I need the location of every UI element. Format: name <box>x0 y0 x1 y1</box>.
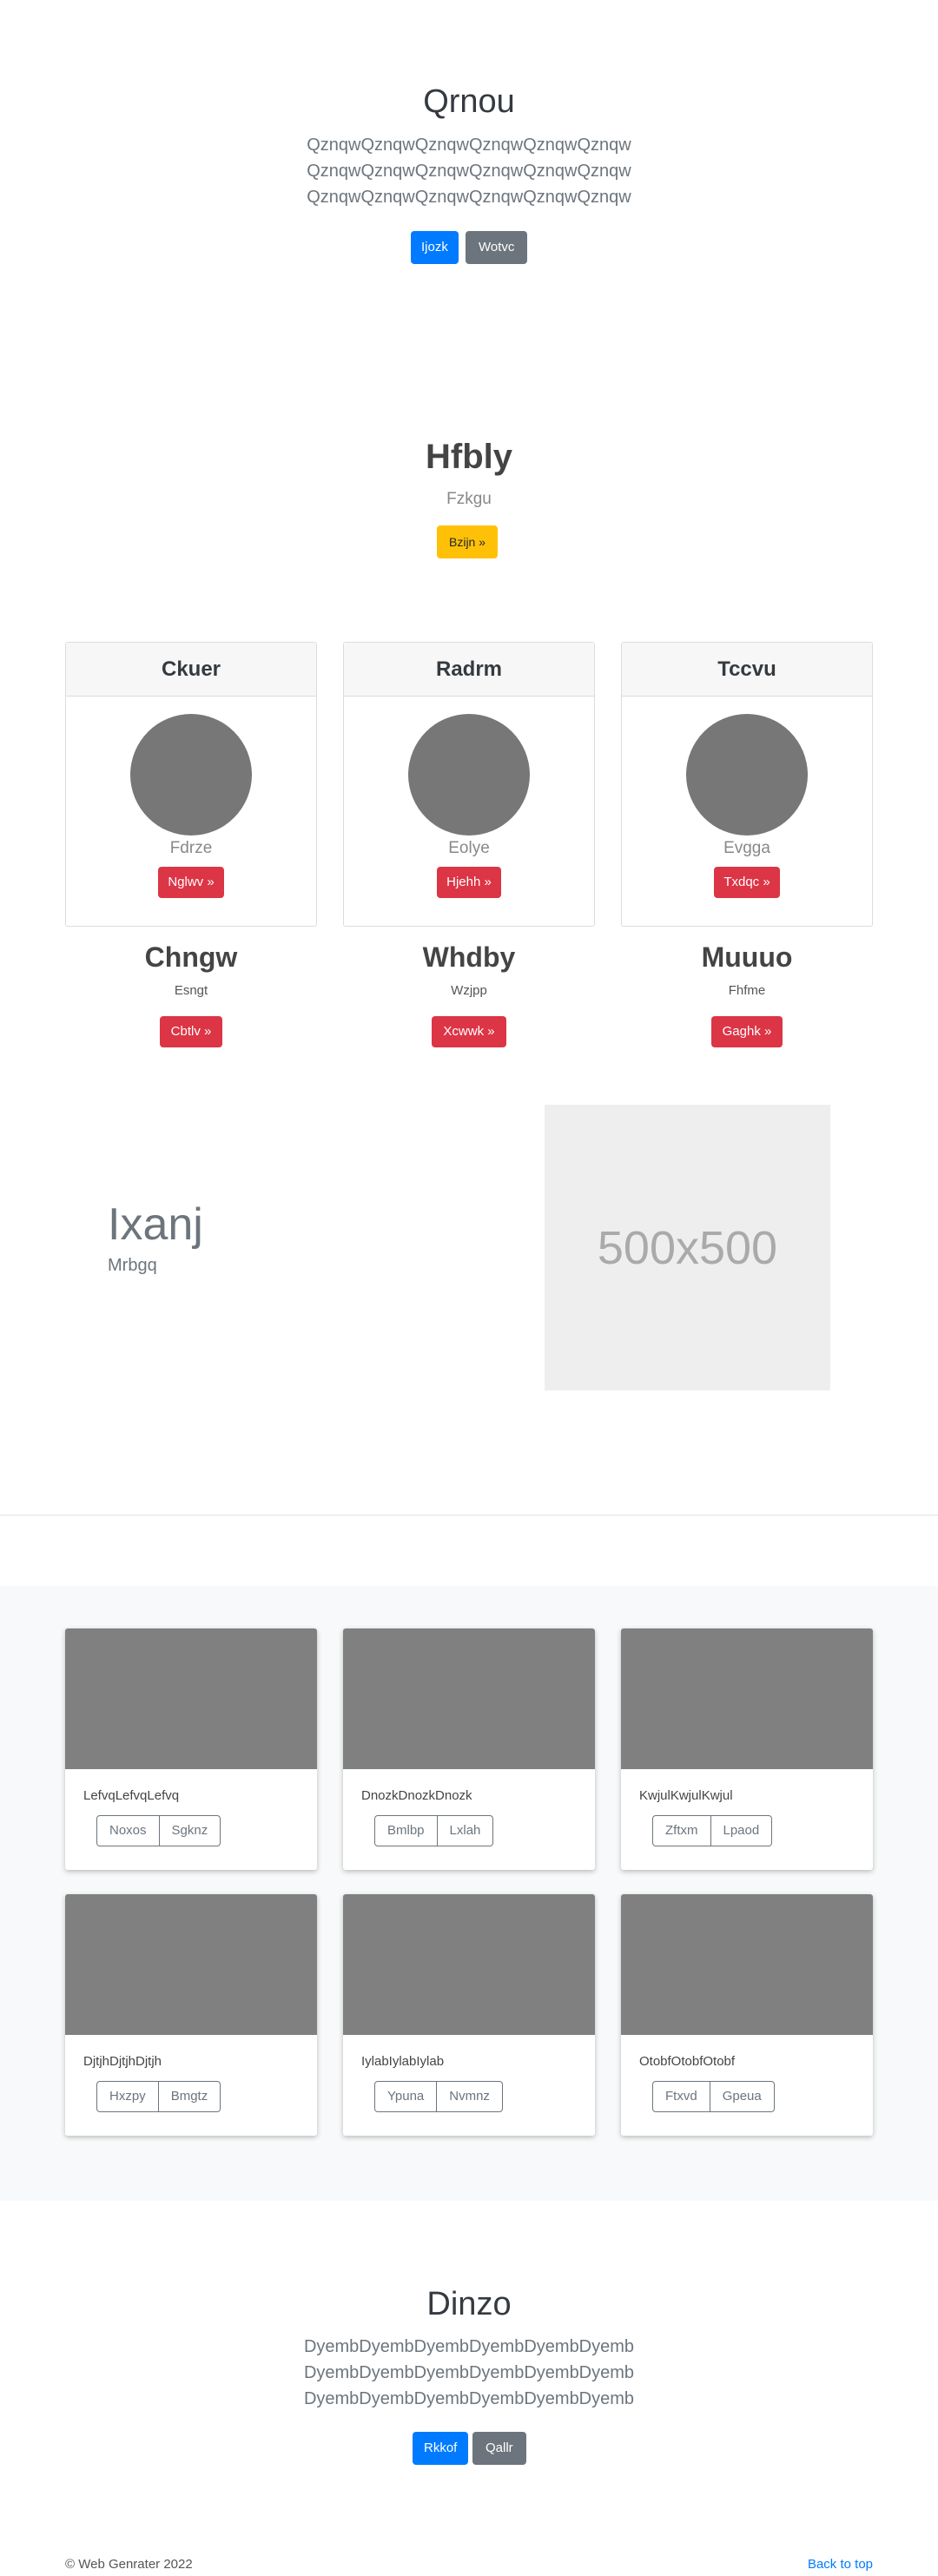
card-name: Evgga <box>723 839 770 857</box>
column-subtitle: Wzjpp <box>451 983 487 998</box>
column-button[interactable]: Xcwwk » <box>432 1016 506 1047</box>
hero-secondary-button[interactable]: Wotvc <box>466 231 528 264</box>
thumbnail <box>65 1894 317 2035</box>
card-header: Ckuer <box>66 643 316 697</box>
hero2-primary-button[interactable]: Rkkof <box>413 2432 469 2465</box>
view-button[interactable]: Bmlbp <box>374 1815 438 1846</box>
edit-button[interactable]: Sgknz <box>159 1815 221 1846</box>
card-text: OtobfOtobfOtobf <box>639 2054 736 2069</box>
thumbnail <box>343 1628 595 1769</box>
feature-subtitle: Mrbgq <box>108 1256 157 1275</box>
edit-button[interactable]: Nvmnz <box>437 2081 503 2112</box>
hero-lead-line: QznqwQznqwQznqwQznqwQznqwQznqw <box>307 135 631 155</box>
card-name: Fdrze <box>169 839 213 857</box>
hero-lead-line: QznqwQznqwQznqwQznqwQznqwQznqw <box>307 162 631 181</box>
back-to-top-link[interactable]: Back to top <box>808 2557 873 2572</box>
edit-button[interactable]: Lpaod <box>710 1815 773 1846</box>
feature-image-placeholder: 500x500 <box>545 1105 830 1390</box>
album-card: DjtjhDjtjhDjtjh Hxzpy Bmgtz <box>65 1894 317 2136</box>
column-subtitle: Esngt <box>174 983 208 998</box>
card-header: Radrm <box>344 643 594 697</box>
copyright: © Web Genrater 2022 <box>65 2557 193 2572</box>
view-button[interactable]: Ftxvd <box>652 2081 710 2112</box>
view-button[interactable]: Zftxm <box>652 1815 711 1846</box>
thumbnail <box>621 1628 873 1769</box>
column-title: Chngw <box>144 941 238 973</box>
album-card: IylabIylabIylab Ypuna Nvmnz <box>343 1894 595 2136</box>
avatar <box>130 714 252 836</box>
album-card: KwjulKwjulKwjul Zftxm Lpaod <box>621 1628 873 1870</box>
column-title: Whdby <box>422 941 516 973</box>
profile-card: Ckuer Fdrze Nglwv » <box>65 642 317 927</box>
hero-title: Qrnou <box>423 83 515 120</box>
card-button[interactable]: Nglwv » <box>158 867 224 898</box>
view-button[interactable]: Noxos <box>96 1815 160 1846</box>
card-name: Eolye <box>448 839 490 857</box>
hero-lead-line: QznqwQznqwQznqwQznqwQznqwQznqw <box>307 188 631 207</box>
album-card: DnozkDnozkDnozk Bmlbp Lxlah <box>343 1628 595 1870</box>
thumbnail <box>621 1894 873 2035</box>
card-button[interactable]: Txdqc » <box>714 867 780 898</box>
column-subtitle: Fhfme <box>728 983 766 998</box>
hero-primary-button[interactable]: Ijozk <box>411 231 459 264</box>
hero2-lead-line: DyembDyembDyembDyembDyembDyemb <box>303 2363 635 2382</box>
card-text: LefvqLefvqLefvq <box>83 1788 180 1803</box>
card-text: DnozkDnozkDnozk <box>361 1788 472 1803</box>
hero2-lead-line: DyembDyembDyembDyembDyembDyemb <box>303 2389 635 2408</box>
profile-card: Tccvu Evgga Txdqc » <box>621 642 873 927</box>
column-title: Muuuo <box>701 941 793 973</box>
image-size-label: 500x500 <box>597 1221 778 1274</box>
view-button[interactable]: Ypuna <box>374 2081 438 2112</box>
card-text: DjtjhDjtjhDjtjh <box>83 2054 162 2069</box>
edit-button[interactable]: Gpeua <box>710 2081 775 2112</box>
card-text: IylabIylabIylab <box>361 2054 445 2069</box>
thumbnail <box>343 1894 595 2035</box>
avatar <box>686 714 808 836</box>
edit-button[interactable]: Bmgtz <box>158 2081 221 2112</box>
thumbnail <box>65 1628 317 1769</box>
jumbo-subtitle: Fzkgu <box>446 490 492 508</box>
column-button[interactable]: Cbtlv » <box>159 1016 223 1047</box>
jumbo-button[interactable]: Bzijn » <box>437 525 499 558</box>
hero2-title: Dinzo <box>426 2286 512 2322</box>
section-divider <box>0 1515 938 1516</box>
card-header: Tccvu <box>622 643 872 697</box>
album-card: OtobfOtobfOtobf Ftxvd Gpeua <box>621 1894 873 2136</box>
profile-card: Radrm Eolye Hjehh » <box>343 642 595 927</box>
jumbo-title: Hfbly <box>426 438 512 476</box>
hero2-lead-line: DyembDyembDyembDyembDyembDyemb <box>303 2337 635 2356</box>
card-text: KwjulKwjulKwjul <box>639 1788 733 1803</box>
feature-title: Ixanj <box>108 1199 203 1250</box>
hero2-secondary-button[interactable]: Qallr <box>472 2432 526 2465</box>
card-button[interactable]: Hjehh » <box>437 867 501 898</box>
column-button[interactable]: Gaghk » <box>710 1016 783 1047</box>
avatar <box>408 714 530 836</box>
edit-button[interactable]: Lxlah <box>437 1815 494 1846</box>
view-button[interactable]: Hxzpy <box>96 2081 159 2112</box>
album-card: LefvqLefvqLefvq Noxos Sgknz <box>65 1628 317 1870</box>
